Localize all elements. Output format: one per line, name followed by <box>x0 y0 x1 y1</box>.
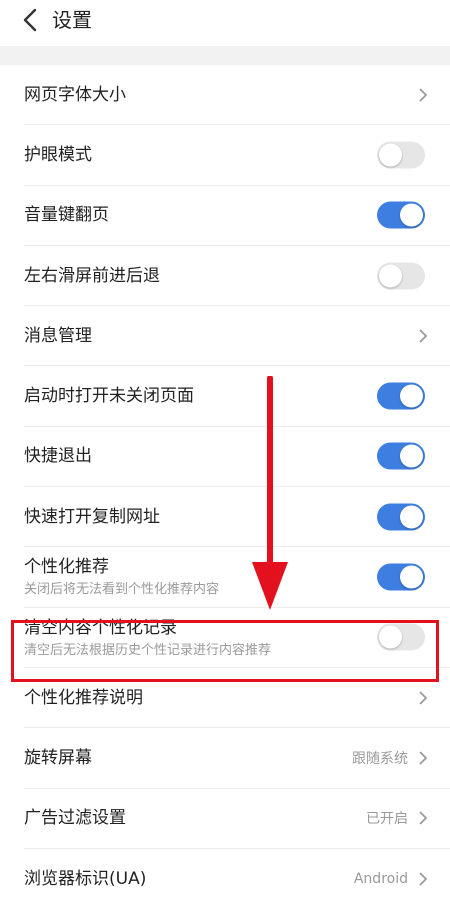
setting-value: 跟随系统 <box>352 750 408 767</box>
setting-label: 启动时打开未关闭页面 <box>24 386 194 407</box>
swipe-nav-toggle[interactable] <box>377 262 425 290</box>
chevron-right-icon <box>419 88 428 102</box>
setting-font-size[interactable]: 网页字体大小 <box>24 65 450 126</box>
setting-label: 左右滑屏前进后退 <box>24 265 160 286</box>
toggle-knob <box>400 203 423 227</box>
toggle-knob <box>400 384 423 408</box>
setting-label: 快捷退出 <box>24 446 92 467</box>
setting-label: 个性化推荐 <box>24 557 109 578</box>
setting-browser-ua[interactable]: 浏览器标识(UA) Android <box>24 849 450 909</box>
chevron-right-icon <box>419 872 428 886</box>
setting-open-copied-url[interactable]: 快速打开复制网址 <box>24 487 450 548</box>
back-button[interactable] <box>16 6 44 34</box>
toggle-knob <box>400 444 423 468</box>
setting-ad-filter[interactable]: 广告过滤设置 已开启 <box>24 789 450 849</box>
setting-label: 广告过滤设置 <box>24 808 126 829</box>
toggle-knob <box>379 264 402 288</box>
setting-label: 清空内容个性化记录 <box>24 617 177 638</box>
toggle-knob <box>379 143 402 167</box>
personalized-recommend-toggle[interactable] <box>377 563 425 591</box>
setting-recommend-explanation[interactable]: 个性化推荐说明 <box>24 668 450 729</box>
toggle-knob <box>400 505 423 529</box>
page-title: 设置 <box>52 8 92 32</box>
chevron-right-icon <box>419 751 428 765</box>
setting-message-management[interactable]: 消息管理 <box>24 306 450 367</box>
setting-clear-personal-records[interactable]: 清空内容个性化记录 清空后无法根据历史个性记录进行内容推荐 <box>24 608 450 668</box>
setting-quick-exit[interactable]: 快捷退出 <box>24 427 450 488</box>
eye-care-toggle[interactable] <box>377 141 425 169</box>
settings-list: 网页字体大小 护眼模式 音量键翻页 左右滑屏前进后退 消息管理 启动时打开未关闭… <box>0 65 450 909</box>
chevron-left-icon <box>23 8 37 32</box>
setting-label: 个性化推荐说明 <box>24 687 143 708</box>
setting-volume-page-turn[interactable]: 音量键翻页 <box>24 186 450 246</box>
setting-rotate-screen[interactable]: 旋转屏幕 跟随系统 <box>24 728 450 789</box>
setting-restore-pages[interactable]: 启动时打开未关闭页面 <box>24 366 450 427</box>
setting-label: 音量键翻页 <box>24 205 109 226</box>
toggle-knob <box>400 565 423 589</box>
setting-label: 旋转屏幕 <box>24 747 92 768</box>
quick-exit-toggle[interactable] <box>377 442 425 470</box>
setting-description: 清空后无法根据历史个性记录进行内容推荐 <box>24 642 272 658</box>
setting-label: 消息管理 <box>24 325 92 346</box>
setting-value: Android <box>353 871 408 887</box>
setting-label: 网页字体大小 <box>24 84 126 105</box>
open-copied-url-toggle[interactable] <box>377 503 425 531</box>
chevron-right-icon <box>419 329 428 343</box>
restore-pages-toggle[interactable] <box>377 382 425 410</box>
setting-description: 关闭后将无法看到个性化推荐内容 <box>24 582 220 598</box>
chevron-right-icon <box>419 690 428 705</box>
setting-personalized-recommend[interactable]: 个性化推荐 关闭后将无法看到个性化推荐内容 <box>24 547 450 608</box>
setting-swipe-nav[interactable]: 左右滑屏前进后退 <box>24 246 450 307</box>
toggle-knob <box>379 625 402 649</box>
setting-value: 已开启 <box>366 811 408 828</box>
setting-label: 护眼模式 <box>24 144 92 165</box>
app-header: 设置 <box>0 0 450 46</box>
section-divider <box>0 46 450 65</box>
setting-label: 浏览器标识(UA) <box>24 869 147 889</box>
volume-page-turn-toggle[interactable] <box>377 201 425 229</box>
setting-eye-care[interactable]: 护眼模式 <box>24 125 450 186</box>
clear-personal-records-toggle[interactable] <box>377 623 425 651</box>
chevron-right-icon <box>419 811 428 825</box>
setting-label: 快速打开复制网址 <box>24 506 160 527</box>
